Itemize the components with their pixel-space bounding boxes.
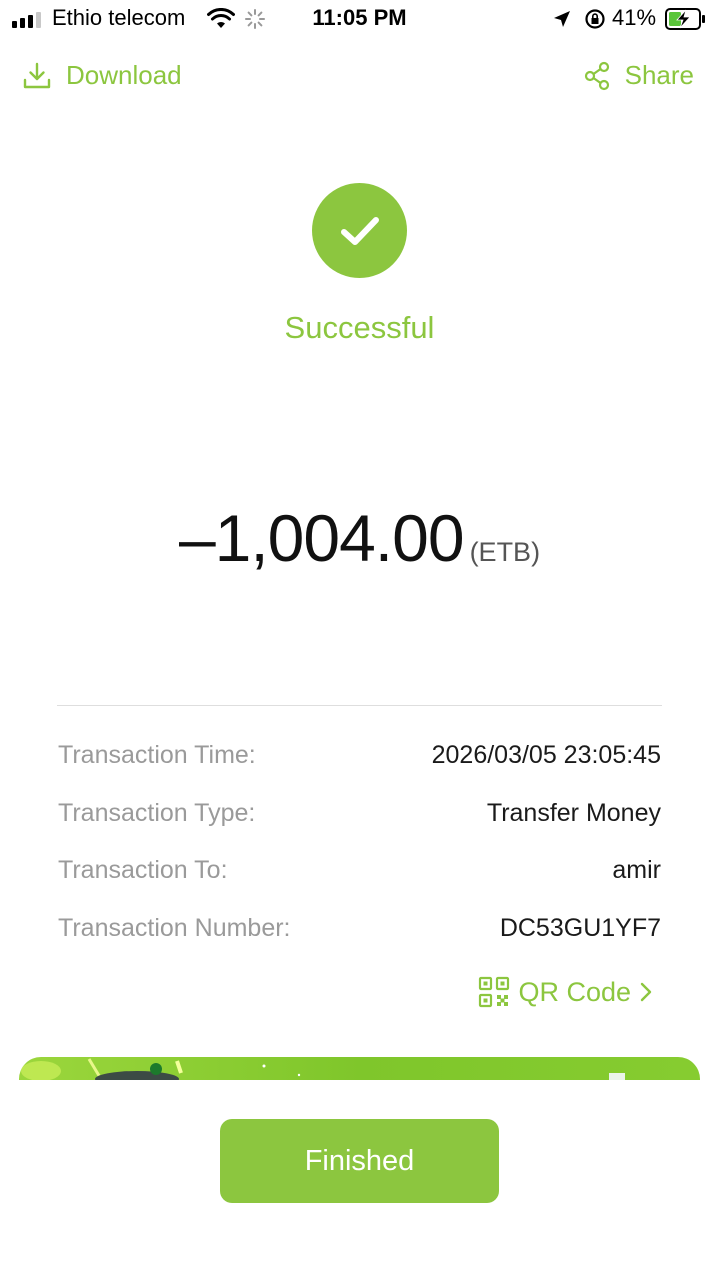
share-button[interactable]: Share xyxy=(583,60,694,91)
detail-value: amir xyxy=(612,856,661,884)
download-button[interactable]: Download xyxy=(22,60,182,91)
detail-label: Transaction Number: xyxy=(58,913,291,942)
detail-value: Transfer Money xyxy=(486,798,661,827)
qr-code-icon xyxy=(479,976,510,1008)
detail-row-to: Transaction To: amir xyxy=(58,856,661,914)
transaction-amount: –1,004.00 (ETB) xyxy=(0,500,719,576)
detail-label: Transaction Type: xyxy=(58,798,256,827)
success-check-icon xyxy=(312,183,407,278)
chevron-right-icon xyxy=(640,982,652,1002)
qr-code-label: QR Code xyxy=(518,976,631,1007)
detail-value: DC53GU1YF7 xyxy=(499,913,661,942)
battery-percentage: 41% xyxy=(612,5,657,30)
detail-row-time: Transaction Time: 2026/03/05 23:05:45 xyxy=(58,741,661,799)
share-icon xyxy=(584,61,609,90)
detail-row-type: Transaction Type: Transfer Money xyxy=(58,799,661,857)
status-bar: Ethio telecom 11:05 PM 41% xyxy=(0,0,719,40)
share-label: Share xyxy=(624,60,694,90)
qr-code-link[interactable]: QR Code xyxy=(478,976,653,1008)
amount-value: –1,004.00 xyxy=(178,501,465,575)
rotation-lock-icon xyxy=(585,9,605,29)
detail-label: Transaction Time: xyxy=(58,741,256,769)
download-label: Download xyxy=(66,60,182,90)
transaction-status: Successful xyxy=(284,310,435,345)
detail-row-number: Transaction Number: DC53GU1YF7 xyxy=(58,914,661,972)
promo-banner[interactable] xyxy=(19,1057,700,1080)
transaction-details: Transaction Time: 2026/03/05 23:05:45 Tr… xyxy=(58,741,661,971)
promo-banner-art xyxy=(21,1058,625,1080)
finished-button[interactable]: Finished xyxy=(220,1119,499,1203)
detail-label: Transaction To: xyxy=(58,856,228,884)
amount-currency: (ETB) xyxy=(469,537,541,567)
location-arrow-icon xyxy=(554,11,570,27)
divider xyxy=(57,705,662,706)
battery-charging-icon xyxy=(665,8,705,30)
download-icon xyxy=(23,62,51,88)
detail-value: 2026/03/05 23:05:45 xyxy=(431,741,661,769)
